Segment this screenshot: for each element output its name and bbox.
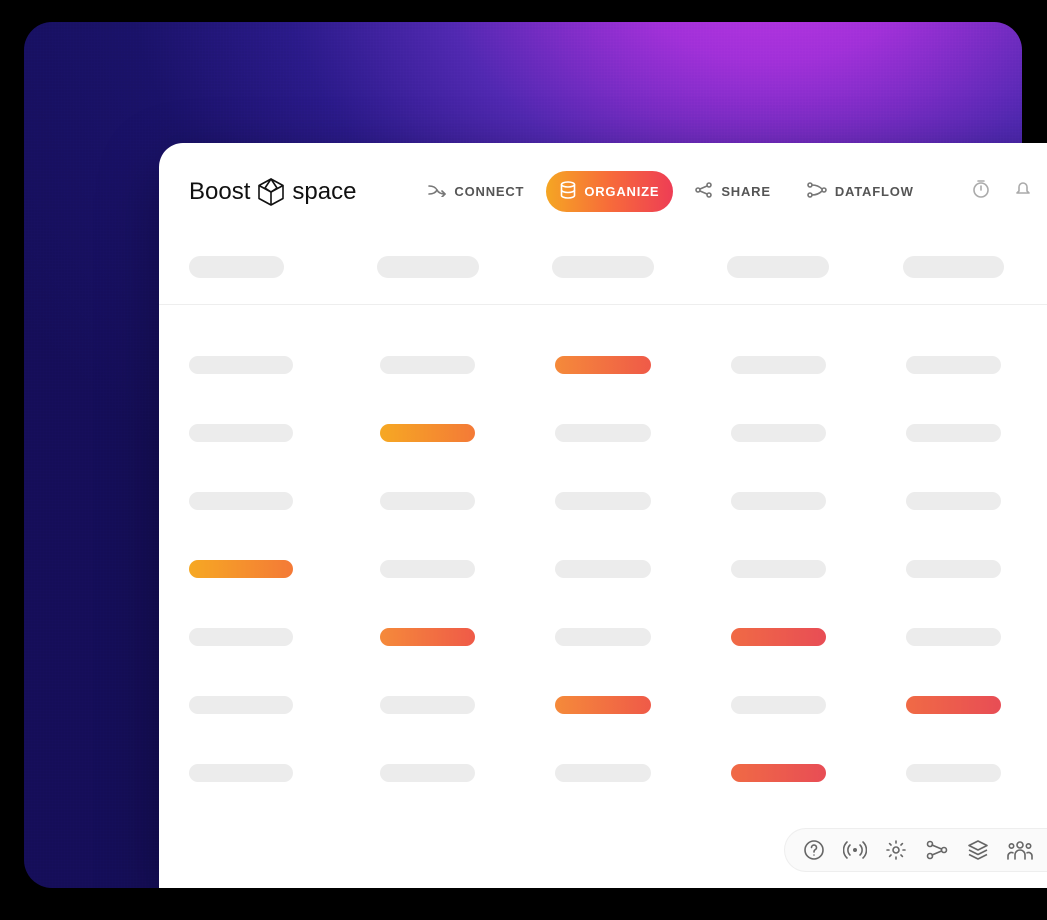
table-row — [159, 535, 1047, 603]
cell — [189, 492, 293, 510]
table-row — [159, 739, 1047, 807]
network-icon[interactable] — [925, 839, 949, 861]
cell — [555, 424, 650, 442]
cell — [906, 560, 1001, 578]
cell — [189, 628, 293, 646]
header: Boost space C — [159, 143, 1047, 236]
data-grid — [159, 256, 1047, 807]
cell-highlighted — [189, 560, 293, 578]
grid-body — [159, 305, 1047, 807]
cell — [731, 492, 826, 510]
logo-text-space: space — [292, 178, 356, 206]
grid-header-row — [159, 256, 1047, 305]
table-row — [159, 399, 1047, 467]
nav-label: DATAFLOW — [835, 184, 914, 199]
column-header — [727, 256, 829, 278]
nav-connect[interactable]: CONNECT — [414, 173, 538, 210]
cell — [555, 764, 650, 782]
nav-label: CONNECT — [454, 184, 524, 199]
cell — [380, 492, 475, 510]
merge-icon — [428, 183, 446, 200]
cell — [380, 696, 475, 714]
flow-icon — [807, 182, 827, 201]
gear-icon[interactable] — [885, 839, 907, 861]
cell — [555, 628, 650, 646]
cell-highlighted — [731, 764, 826, 782]
cell — [189, 696, 293, 714]
cell — [555, 560, 650, 578]
team-icon[interactable] — [1007, 839, 1033, 861]
cell — [555, 492, 650, 510]
cell — [731, 696, 826, 714]
cell-highlighted — [555, 696, 650, 714]
cell — [731, 560, 826, 578]
bell-icon[interactable] — [1013, 179, 1033, 204]
broadcast-icon[interactable] — [843, 839, 867, 861]
nav-share[interactable]: SHARE — [681, 172, 785, 211]
cell — [906, 764, 1001, 782]
cell — [906, 356, 1001, 374]
cell — [189, 424, 293, 442]
table-row — [159, 671, 1047, 739]
nav-label: ORGANIZE — [584, 184, 659, 199]
logo-text-boost: Boost — [189, 178, 250, 206]
nav-label: SHARE — [721, 184, 771, 199]
share-icon — [695, 182, 713, 201]
cell — [731, 356, 826, 374]
cell-highlighted — [555, 356, 650, 374]
cell — [380, 356, 475, 374]
nav-dataflow[interactable]: DATAFLOW — [793, 172, 928, 211]
logo-cube-icon — [256, 177, 286, 207]
cell-highlighted — [380, 424, 475, 442]
nav-organize[interactable]: ORGANIZE — [546, 171, 673, 212]
column-header — [903, 256, 1005, 278]
column-header — [377, 256, 479, 278]
timer-icon[interactable] — [971, 179, 991, 204]
table-row — [159, 331, 1047, 399]
cell — [906, 424, 1001, 442]
header-tools — [971, 179, 1047, 204]
database-icon — [560, 181, 576, 202]
cell — [731, 424, 826, 442]
cell — [906, 628, 1001, 646]
logo[interactable]: Boost space — [189, 177, 356, 207]
column-header — [189, 256, 284, 278]
primary-nav: CONNECT ORGANIZE — [414, 171, 927, 212]
cell — [189, 764, 293, 782]
app-window: Boost space C — [159, 143, 1047, 888]
cell-highlighted — [731, 628, 826, 646]
bottom-toolbar — [784, 828, 1047, 872]
cell — [906, 492, 1001, 510]
layers-icon[interactable] — [967, 839, 989, 861]
cell — [380, 764, 475, 782]
column-header — [552, 256, 654, 278]
cell-highlighted — [380, 628, 475, 646]
table-row — [159, 603, 1047, 671]
help-icon[interactable] — [803, 839, 825, 861]
cell — [189, 356, 293, 374]
cell-highlighted — [906, 696, 1001, 714]
table-row — [159, 467, 1047, 535]
cell — [380, 560, 475, 578]
